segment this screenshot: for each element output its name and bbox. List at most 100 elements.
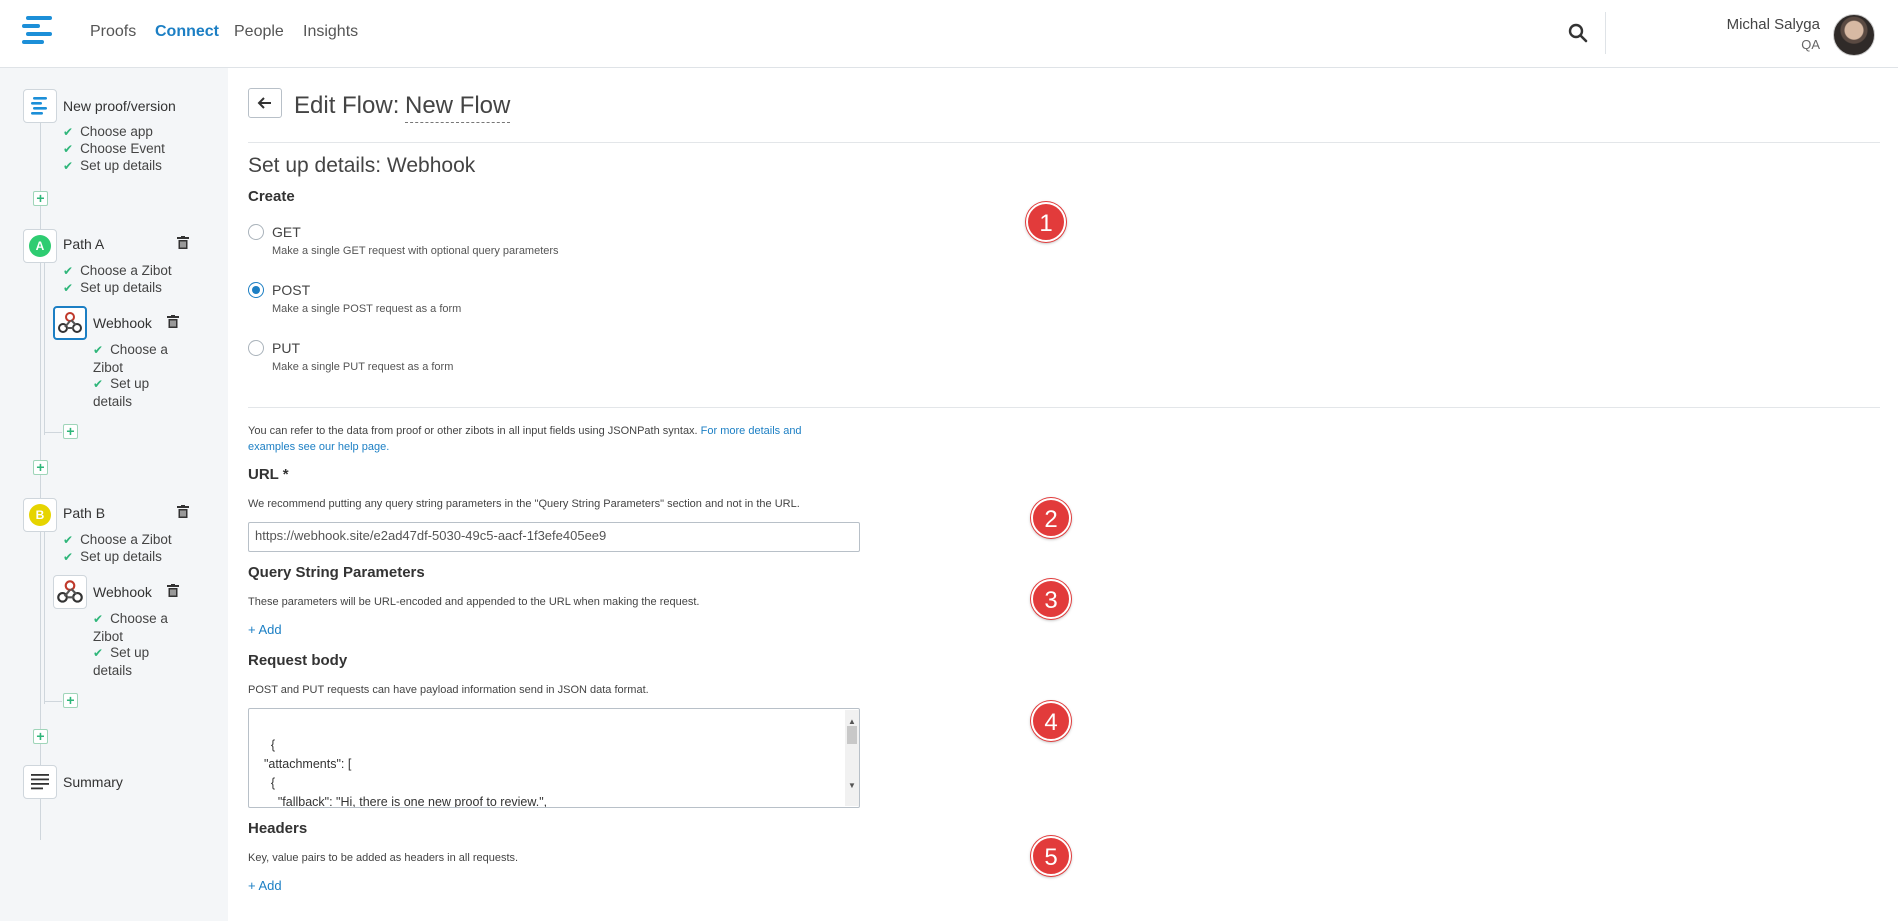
arrow-left-icon xyxy=(257,97,271,109)
flow-steps-sidebar: New proof/version ✔ Choose app ✔ Choose Ev… xyxy=(0,68,228,921)
page-title-prefix: Edit Flow: xyxy=(294,92,400,119)
radio-post-desc: Make a single POST request as a form xyxy=(272,303,462,315)
headers-hint: Key, value pairs to be added as headers … xyxy=(248,852,519,864)
check-icon: ✔ xyxy=(63,281,74,295)
webhook-label[interactable]: Webhook xyxy=(93,315,152,331)
nav-proofs[interactable]: Proofs xyxy=(90,23,136,41)
annotation-badge: 5 xyxy=(1031,836,1071,876)
back-button[interactable] xyxy=(248,88,282,118)
trigger-label[interactable]: New proof/version xyxy=(63,98,176,114)
query-params-label: Query String Parameters xyxy=(248,564,425,581)
add-header-link[interactable]: + Add xyxy=(248,878,282,893)
user-name[interactable]: Michal Salyga xyxy=(1727,16,1820,33)
step-item[interactable]: ✔ Choose Event xyxy=(63,140,165,158)
radio-get[interactable] xyxy=(248,224,264,240)
summary-label[interactable]: Summary xyxy=(63,774,123,790)
nav-connect[interactable]: Connect xyxy=(155,23,219,41)
radio-get-desc: Make a single GET request with optional … xyxy=(272,245,559,257)
nav-people[interactable]: People xyxy=(234,23,284,41)
webhook-icon xyxy=(58,312,82,333)
step-item[interactable]: ✔ Choose a Zibot xyxy=(63,262,172,280)
search-icon[interactable] xyxy=(1568,23,1588,43)
webhook-node[interactable] xyxy=(53,575,87,609)
request-body-content: { "attachments": [ { "fallback": "Hi, th… xyxy=(263,738,548,808)
check-icon: ✔ xyxy=(63,264,74,278)
summary-node[interactable] xyxy=(23,765,57,799)
trash-icon[interactable] xyxy=(167,315,179,328)
url-hint: We recommend putting any query string pa… xyxy=(248,498,800,510)
radio-put-label[interactable]: PUT xyxy=(272,340,300,356)
url-input[interactable]: https://webhook.site/e2ad47df-5030-49c5-… xyxy=(248,522,860,552)
path-a-node[interactable]: A xyxy=(23,229,57,263)
check-icon: ✔ xyxy=(63,159,74,173)
path-a-label[interactable]: Path A xyxy=(63,236,104,252)
add-query-param-link[interactable]: + Add xyxy=(248,622,282,637)
webhook-label[interactable]: Webhook xyxy=(93,584,152,600)
check-icon: ✔ xyxy=(93,343,104,357)
check-icon: ✔ xyxy=(63,142,74,156)
avatar[interactable] xyxy=(1833,14,1875,56)
textarea-scrollbar[interactable]: ▲ ▼ xyxy=(845,710,859,806)
radio-post[interactable] xyxy=(248,282,264,298)
step-item[interactable]: ✔ Choose a Zibot xyxy=(93,610,173,645)
add-step-button[interactable]: + xyxy=(63,693,78,708)
annotation-badge: 4 xyxy=(1031,701,1071,741)
webhook-icon xyxy=(57,580,83,603)
jsonpath-note: You can refer to the data from proof or … xyxy=(248,425,802,453)
help-page-link[interactable]: For more details and xyxy=(701,425,802,437)
top-navigation-bar: Proofs Connect People Insights Michal Sa… xyxy=(0,0,1898,68)
radio-get-label[interactable]: GET xyxy=(272,224,301,240)
path-b-badge: B xyxy=(29,504,51,526)
step-item[interactable]: ✔ Set up details xyxy=(93,644,173,679)
check-icon: ✔ xyxy=(93,377,104,391)
trash-icon[interactable] xyxy=(167,584,179,597)
trash-icon[interactable] xyxy=(177,236,189,249)
add-step-button[interactable]: + xyxy=(33,191,48,206)
step-item[interactable]: ✔ Set up details xyxy=(63,279,162,297)
path-b-node[interactable]: B xyxy=(23,498,57,532)
divider xyxy=(1605,12,1606,54)
path-b-label[interactable]: Path B xyxy=(63,505,105,521)
create-label: Create xyxy=(248,188,295,205)
scroll-thumb[interactable] xyxy=(847,726,857,744)
path-a-badge: A xyxy=(29,235,51,257)
scroll-down-icon[interactable]: ▼ xyxy=(848,776,856,795)
request-body-textarea[interactable]: { "attachments": [ { "fallback": "Hi, th… xyxy=(248,708,860,808)
check-icon: ✔ xyxy=(63,550,74,564)
request-body-label: Request body xyxy=(248,652,348,669)
radio-put[interactable] xyxy=(248,340,264,356)
radio-put-desc: Make a single PUT request as a form xyxy=(272,361,454,373)
summary-icon xyxy=(31,774,49,790)
path-a-branch-line xyxy=(44,432,62,433)
step-item[interactable]: ✔ Choose a Zibot xyxy=(63,531,172,549)
help-page-link[interactable]: examples see our help page. xyxy=(248,441,389,453)
divider xyxy=(248,407,1880,408)
app-logo-icon xyxy=(31,97,47,115)
query-params-hint: These parameters will be URL-encoded and… xyxy=(248,596,700,608)
step-item[interactable]: ✔ Set up details xyxy=(63,157,162,175)
path-b-branch-line xyxy=(44,701,62,702)
main-content: Edit Flow: New Flow Set up details: Webh… xyxy=(228,68,1898,921)
webhook-node-active[interactable] xyxy=(53,306,87,340)
app-logo-icon[interactable] xyxy=(22,16,54,48)
headers-label: Headers xyxy=(248,820,308,837)
request-body-hint: POST and PUT requests can have payload i… xyxy=(248,684,649,696)
step-item[interactable]: ✔ Choose app xyxy=(63,123,153,141)
trigger-node[interactable] xyxy=(23,89,57,123)
step-item[interactable]: ✔ Set up details xyxy=(63,548,162,566)
add-step-button[interactable]: + xyxy=(63,424,78,439)
add-step-button[interactable]: + xyxy=(33,729,48,744)
radio-post-label[interactable]: POST xyxy=(272,282,310,298)
annotation-badge: 1 xyxy=(1026,202,1066,242)
step-item[interactable]: ✔ Choose a Zibot xyxy=(93,341,173,376)
annotation-badge: 3 xyxy=(1031,579,1071,619)
nav-insights[interactable]: Insights xyxy=(303,23,358,41)
section-title: Set up details: Webhook xyxy=(248,154,476,177)
step-item[interactable]: ✔ Set up details xyxy=(93,375,173,410)
add-step-button[interactable]: + xyxy=(33,460,48,475)
trash-icon[interactable] xyxy=(177,505,189,518)
flow-name-editable[interactable]: New Flow xyxy=(405,92,511,123)
divider xyxy=(248,142,1880,143)
check-icon: ✔ xyxy=(93,612,104,626)
annotation-badge: 2 xyxy=(1031,498,1071,538)
